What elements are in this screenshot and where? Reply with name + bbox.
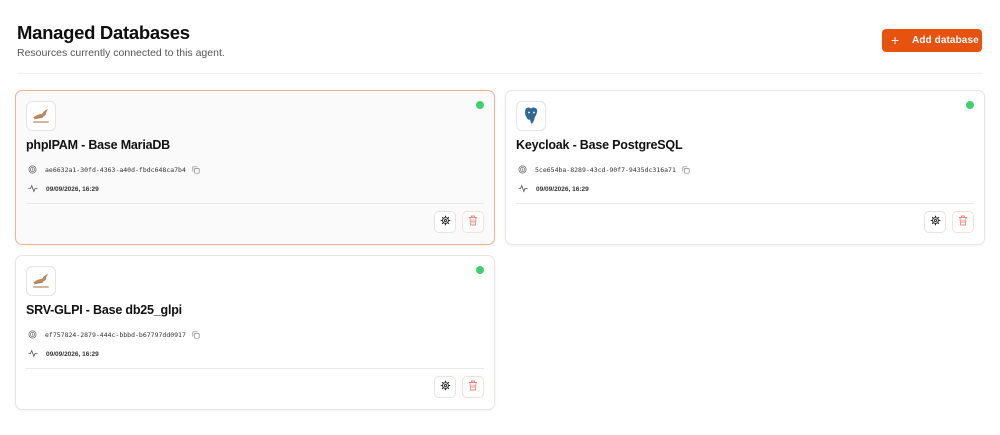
postgresql-logo-icon <box>516 101 546 131</box>
delete-button[interactable] <box>462 211 484 233</box>
status-online-dot <box>476 101 484 109</box>
fingerprint-icon <box>28 326 37 344</box>
copy-icon[interactable] <box>192 166 200 174</box>
gear-icon <box>440 378 451 396</box>
delete-button[interactable] <box>462 376 484 398</box>
database-name: phpIPAM - Base MariaDB <box>26 138 171 152</box>
page-title: Managed Databases <box>17 22 190 43</box>
database-id-row: 5ce654ba-8289-43cd-90f7-9435dc316a71 <box>518 161 690 179</box>
fingerprint-icon <box>28 161 37 179</box>
activity-icon <box>28 345 38 363</box>
last-activity-row: 09/09/2026, 16:29 <box>28 345 99 363</box>
database-id: 5ce654ba-8289-43cd-90f7-9435dc316a71 <box>535 166 676 174</box>
database-card[interactable]: SRV-GLPI - Base db25_glpi ef757824-2879-… <box>15 255 495 410</box>
activity-icon <box>518 180 528 198</box>
gear-icon <box>440 213 451 231</box>
last-activity-row: 09/09/2026, 16:29 <box>28 180 99 198</box>
mariadb-logo-icon <box>26 101 56 131</box>
gear-icon <box>930 213 941 231</box>
plus-icon: + <box>891 32 900 48</box>
delete-button[interactable] <box>952 211 974 233</box>
header-divider <box>17 73 983 74</box>
database-id: ef757824-2879-444c-bbbd-b67797dd0917 <box>45 331 186 339</box>
page-header: Managed Databases Resources currently co… <box>17 23 225 60</box>
settings-button[interactable] <box>434 376 456 398</box>
settings-button[interactable] <box>434 211 456 233</box>
database-id: ae6632a1-30fd-4363-a40d-fbdc648ca7b4 <box>45 166 186 174</box>
copy-icon[interactable] <box>192 331 200 339</box>
last-activity-row: 09/09/2026, 16:29 <box>518 180 589 198</box>
page-subtitle: Resources currently connected to this ag… <box>17 47 225 59</box>
database-card[interactable]: phpIPAM - Base MariaDB ae6632a1-30fd-436… <box>15 90 495 245</box>
mariadb-logo-icon <box>26 266 56 296</box>
database-card[interactable]: Keycloak - Base PostgreSQL 5ce654ba-8289… <box>505 90 985 245</box>
card-divider <box>26 368 484 369</box>
database-name: Keycloak - Base PostgreSQL <box>516 138 683 152</box>
trash-icon <box>468 213 478 231</box>
database-id-row: ae6632a1-30fd-4363-a40d-fbdc648ca7b4 <box>28 161 200 179</box>
database-name: SRV-GLPI - Base db25_glpi <box>26 303 182 317</box>
settings-button[interactable] <box>924 211 946 233</box>
add-database-label: Add database <box>912 35 979 46</box>
last-activity-time: 09/09/2026, 16:29 <box>46 185 99 193</box>
fingerprint-icon <box>518 161 527 179</box>
card-divider <box>516 203 974 204</box>
add-database-button[interactable]: + Add database <box>882 29 982 52</box>
trash-icon <box>958 213 968 231</box>
activity-icon <box>28 180 38 198</box>
last-activity-time: 09/09/2026, 16:29 <box>536 185 589 193</box>
card-divider <box>26 203 484 204</box>
status-online-dot <box>966 101 974 109</box>
last-activity-time: 09/09/2026, 16:29 <box>46 350 99 358</box>
database-id-row: ef757824-2879-444c-bbbd-b67797dd0917 <box>28 326 200 344</box>
status-online-dot <box>476 266 484 274</box>
trash-icon <box>468 378 478 396</box>
copy-icon[interactable] <box>682 166 690 174</box>
